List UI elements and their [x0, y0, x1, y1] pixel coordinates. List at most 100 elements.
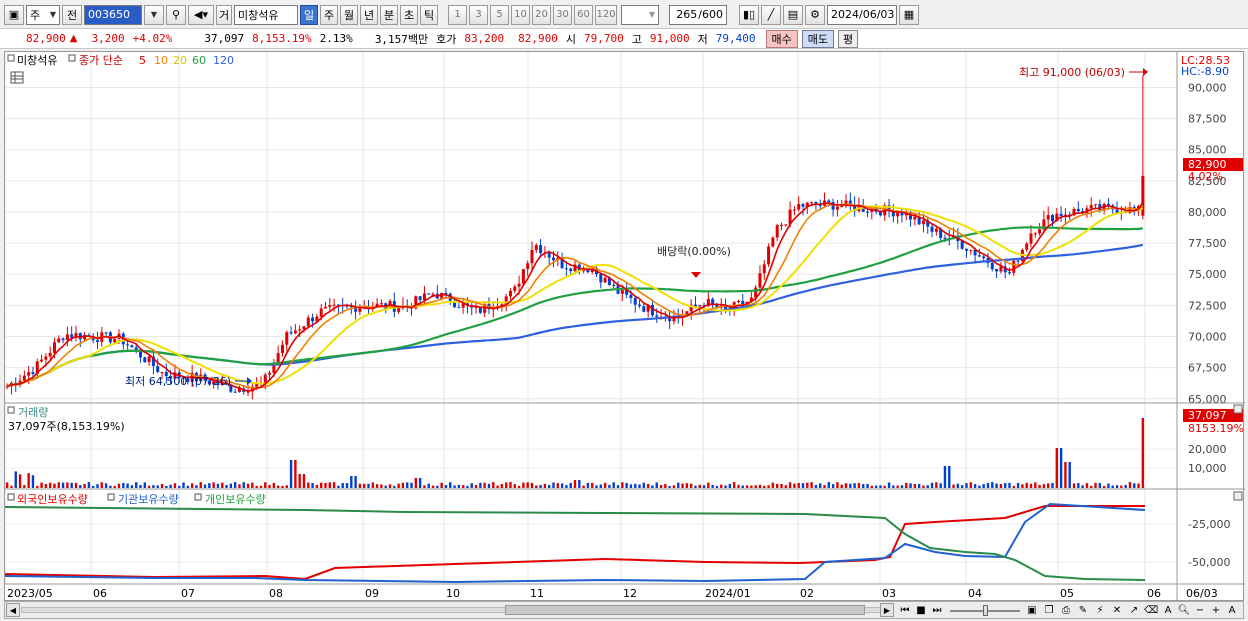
font-size-icon[interactable]: A	[1225, 603, 1239, 617]
interval-20[interactable]: 20	[532, 4, 551, 25]
individual-holdings-line	[4, 506, 1146, 581]
volume-bar	[1034, 482, 1037, 488]
stock-code-input[interactable]: 003650	[84, 4, 142, 25]
panel-close-icon[interactable]	[1233, 491, 1243, 501]
period-year[interactable]: 년	[360, 4, 378, 25]
volume-bar	[780, 483, 783, 488]
x-axis-labels: 2023/05 06 07 08 09 10 11 12 2024/01 02 03 04 05 06	[7, 587, 1161, 600]
candle-body	[977, 255, 981, 257]
volume-bar	[165, 485, 168, 488]
ma60-line	[6, 226, 1143, 388]
volume-bar	[840, 484, 843, 488]
volume-bar	[646, 483, 650, 488]
volume-bar	[827, 482, 831, 488]
window-icon[interactable]: ▣	[4, 4, 24, 25]
draw-line-icon[interactable]: ✎	[1076, 603, 1090, 617]
volume-value: 37,097	[204, 32, 245, 45]
candle-body	[534, 245, 538, 250]
buy-button[interactable]: 매수	[765, 29, 798, 48]
code-dropdown[interactable]: ▼	[144, 4, 164, 25]
candle-body	[964, 248, 968, 251]
interval-5[interactable]: 5	[490, 4, 509, 25]
candle-body	[943, 237, 947, 239]
volume-bar	[960, 485, 964, 488]
type-label[interactable]: 거	[216, 4, 232, 25]
volume-bar	[1137, 483, 1140, 488]
volume-bar	[715, 485, 719, 488]
market-select[interactable]: 주 ▼	[26, 4, 60, 25]
candle-body	[397, 307, 401, 312]
interval-1[interactable]: 1	[448, 4, 467, 25]
period-tick[interactable]: 틱	[420, 4, 438, 25]
period-week[interactable]: 주	[320, 4, 338, 25]
zoom-in-icon[interactable]: +	[1209, 603, 1223, 617]
candles	[5, 75, 1145, 400]
interval-3[interactable]: 3	[469, 4, 488, 25]
save-icon[interactable]: ▤	[783, 4, 803, 25]
zoom-slider-handle[interactable]	[983, 605, 988, 616]
rewind-icon[interactable]: ⏮	[898, 603, 912, 617]
x-axis-label: 02	[800, 587, 814, 600]
panel-close-icon[interactable]	[1233, 404, 1243, 414]
print-icon[interactable]: ⎙	[1059, 603, 1073, 617]
count-input[interactable]: 265 /600	[669, 4, 727, 25]
calendar-icon[interactable]: ▦	[899, 4, 919, 25]
stop-icon[interactable]: ■	[914, 603, 928, 617]
scroll-right-button[interactable]: ▶	[880, 603, 894, 617]
period-month[interactable]: 월	[340, 4, 358, 25]
chart-type-icon[interactable]: ▣	[1025, 603, 1039, 617]
sound-icon[interactable]: ◀▾	[188, 4, 214, 25]
forward-icon[interactable]: ⏭	[930, 603, 944, 617]
open-label: 시	[565, 32, 577, 46]
candle-body	[431, 293, 435, 295]
sell-button[interactable]: 매도	[801, 29, 835, 48]
volume-bar	[754, 485, 757, 488]
fibonacci-icon[interactable]: ⚡	[1093, 603, 1107, 617]
candle-body	[758, 273, 762, 288]
text-icon[interactable]: A	[1161, 603, 1175, 617]
volume-bar	[221, 482, 224, 488]
gear-icon[interactable]: ⚙	[805, 4, 825, 25]
cross-icon[interactable]: ✕	[1110, 603, 1124, 617]
interval-30[interactable]: 30	[553, 4, 572, 25]
candle-body	[1089, 205, 1093, 209]
date-input[interactable]: 2024/06/03	[827, 4, 897, 25]
volume-bar	[83, 483, 86, 488]
candle-body	[57, 338, 61, 343]
eraser-icon[interactable]: ⌫	[1144, 603, 1158, 617]
interval-60[interactable]: 60	[574, 4, 593, 25]
interval-120[interactable]: 120	[595, 4, 617, 25]
balance-button[interactable]: 평	[838, 29, 859, 48]
chart-area[interactable]: 미창석유 종가 단순 5 10 20 60 120 LC:28.53 HC:-8…	[4, 51, 1245, 602]
magnify-icon[interactable]: 🔍︎	[1177, 603, 1191, 617]
volume-bar	[143, 482, 147, 488]
interval-10[interactable]: 10	[511, 4, 530, 25]
volume-bar	[500, 484, 504, 488]
copy-icon[interactable]: ❐	[1042, 603, 1056, 617]
volume-bar	[892, 485, 895, 488]
candle-settings-icon[interactable]: ▮▯	[739, 4, 759, 25]
volume-bar	[23, 485, 26, 488]
candle-body	[934, 228, 938, 232]
candle-body	[1051, 215, 1055, 222]
arrow-icon[interactable]: ↗	[1127, 603, 1141, 617]
period-minute[interactable]: 분	[380, 4, 398, 25]
low-arrow-icon	[247, 377, 252, 385]
scroll-thumb[interactable]	[505, 605, 865, 615]
table-icon[interactable]	[10, 71, 24, 84]
prev-button[interactable]: 전	[62, 4, 82, 25]
zoom-out-icon[interactable]: −	[1193, 603, 1207, 617]
volume-bar	[496, 485, 499, 488]
custom-interval-select[interactable]: ▼	[621, 4, 659, 25]
period-day[interactable]: 일	[300, 4, 318, 25]
volume-bar	[109, 485, 112, 488]
volume-bar	[130, 485, 134, 488]
chart-svg[interactable]: 미창석유 종가 단순 5 10 20 60 120 LC:28.53 HC:-8…	[4, 52, 1245, 602]
x-axis: 2023/05 06 07 08 09 10 11 12 2024/01 02 03 04 05 06 0…	[5, 52, 1245, 602]
volume-bar	[1077, 483, 1080, 488]
draw-tool-icon[interactable]: ╱	[761, 4, 781, 25]
search-icon[interactable]: ⚲	[166, 4, 186, 25]
scroll-left-button[interactable]: ◀	[6, 603, 20, 617]
volume-bar	[302, 474, 306, 488]
period-second[interactable]: 초	[400, 4, 418, 25]
